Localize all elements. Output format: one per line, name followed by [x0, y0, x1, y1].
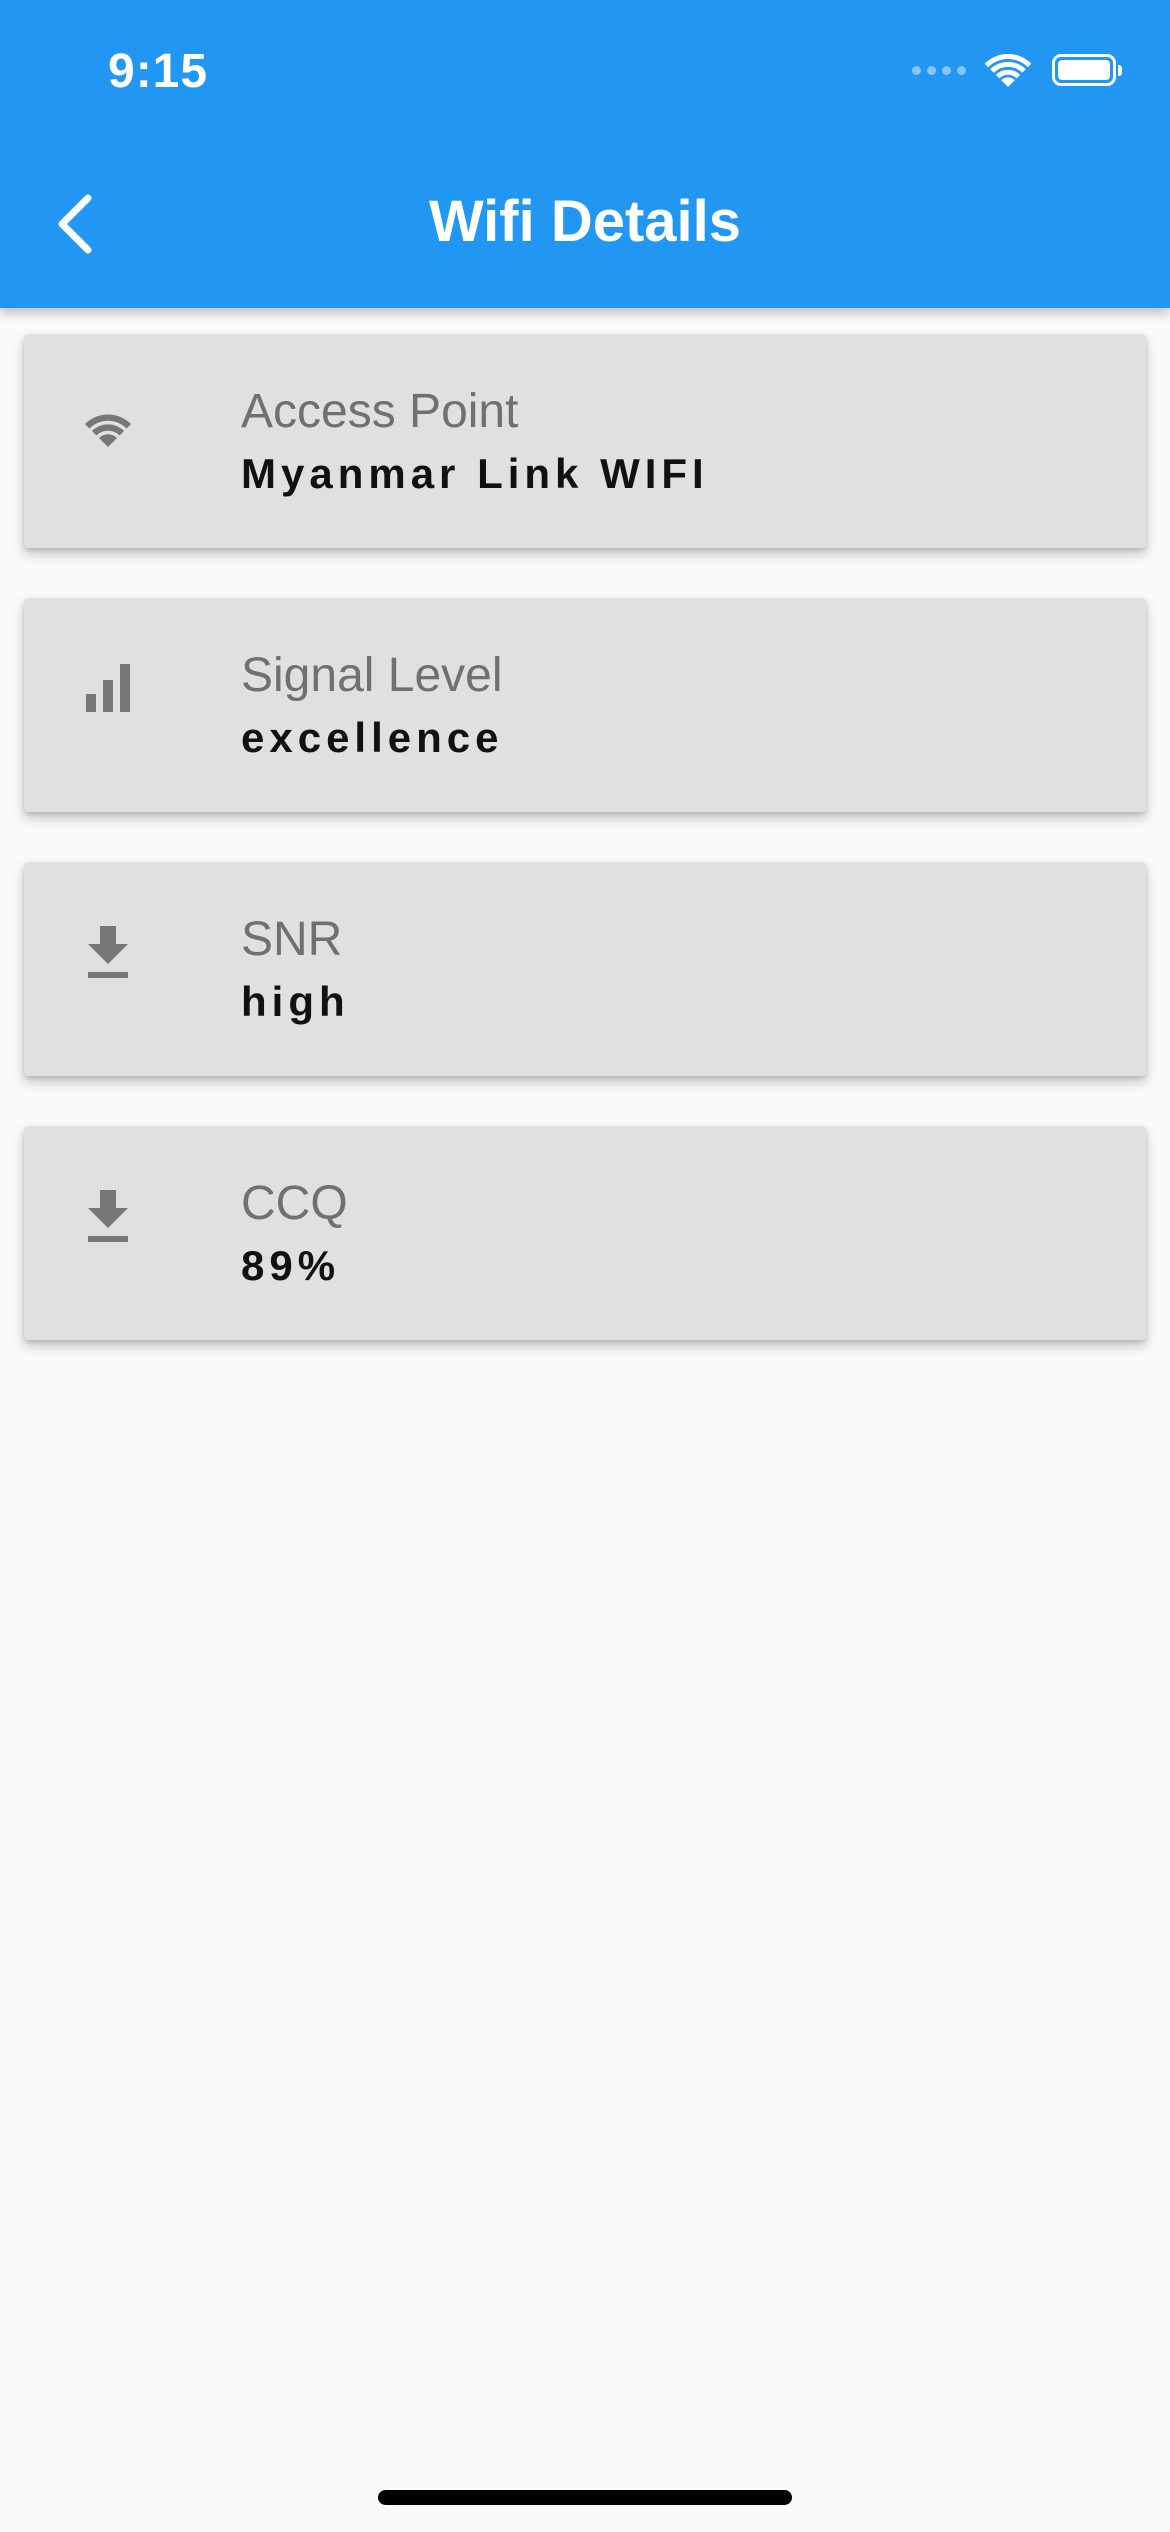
download-icon	[68, 912, 148, 992]
signal-bars-icon	[68, 648, 148, 728]
card-value: high	[241, 978, 350, 1025]
access-point-card: Access Point Myanmar Link WIFI	[24, 334, 1146, 548]
wifi-icon	[68, 384, 148, 464]
home-indicator[interactable]	[378, 2490, 792, 2505]
snr-card: SNR high	[24, 862, 1146, 1076]
card-label: SNR	[241, 913, 343, 966]
page-title: Wifi Details	[428, 189, 742, 254]
wifi-details-list: Access Point Myanmar Link WIFI Signal Le…	[24, 334, 1146, 1390]
battery-icon	[1052, 54, 1122, 86]
status-time: 9:15	[108, 45, 209, 98]
card-value: 89%	[241, 1242, 341, 1289]
cellular-dots-icon	[912, 65, 966, 75]
card-label: Signal Level	[241, 649, 503, 702]
card-value: Myanmar Link WIFI	[241, 450, 709, 497]
card-value: excellence	[241, 714, 504, 761]
status-icons	[912, 52, 1122, 88]
download-icon	[68, 1176, 148, 1256]
ccq-card: CCQ 89%	[24, 1126, 1146, 1340]
app-bar: 9:15 Wifi Details	[0, 0, 1170, 308]
signal-level-card: Signal Level excellence	[24, 598, 1146, 812]
wifi-icon	[984, 53, 1032, 87]
card-label: CCQ	[241, 1177, 348, 1230]
card-label: Access Point	[241, 385, 519, 438]
